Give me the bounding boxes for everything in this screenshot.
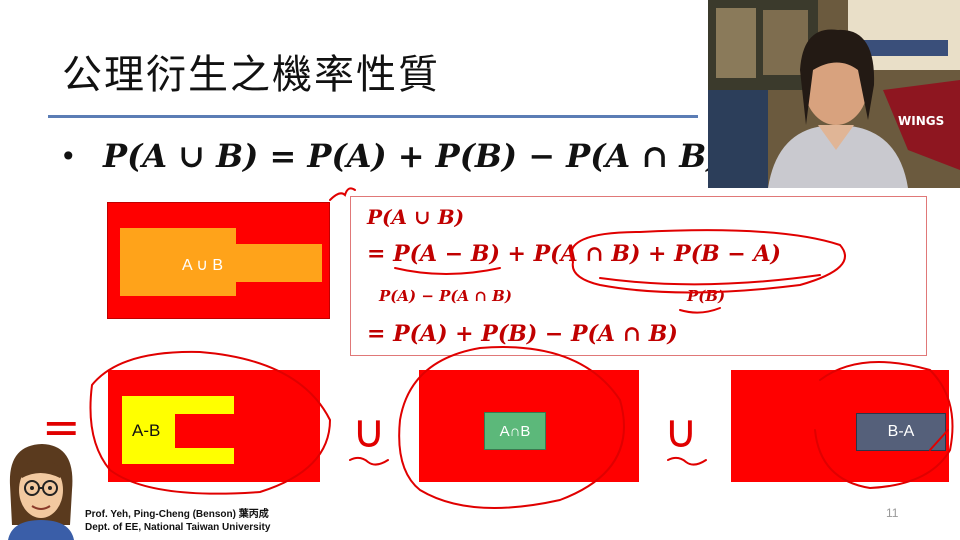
panel2-label: A∩B xyxy=(484,412,546,450)
credit-line-1: Prof. Yeh, Ping-Cheng (Benson) 葉丙成 xyxy=(85,509,269,520)
a-minus-b-cutout xyxy=(175,414,235,448)
union-label: A ∪ B xyxy=(182,257,224,274)
credit-line-2: Dept. of EE, National Taiwan University xyxy=(85,522,271,533)
union-symbol-2: ∪ xyxy=(664,404,698,458)
annotation-left: P(A) − P(A ∩ B) xyxy=(379,287,512,305)
derivation-line-3: = P(A) + P(B) − P(A ∩ B) xyxy=(367,321,678,347)
credit-text: Prof. Yeh, Ping-Cheng (Benson) 葉丙成 Dept.… xyxy=(85,508,270,534)
title-divider xyxy=(48,115,698,118)
presenter-video-image: WINGS xyxy=(708,0,960,188)
derivation-box: P(A ∪ B) = P(A − B) + P(A ∩ B) + P(B − A… xyxy=(350,196,927,356)
derivation-line-2: = P(A − B) + P(A ∩ B) + P(B − A) xyxy=(367,241,781,267)
union-shape-right xyxy=(230,244,322,282)
annotation-right: P(B) xyxy=(687,287,726,305)
panel1-label: A-B xyxy=(132,421,161,440)
panel3-label: B-A xyxy=(856,413,946,451)
main-formula: P(A ∪ B) = P(A) + P(B) − P(A ∩ B) xyxy=(103,137,722,175)
slide-title: 公理衍生之機率性質 xyxy=(62,52,440,98)
webcam-feed: WINGS xyxy=(708,0,960,188)
bullet-marker: • xyxy=(60,140,77,173)
svg-text:WINGS: WINGS xyxy=(898,114,944,128)
presenter-avatar xyxy=(8,444,74,540)
derivation-line-1: P(A ∪ B) xyxy=(367,205,465,229)
page-number: 11 xyxy=(886,506,899,520)
union-symbol-1: ∪ xyxy=(352,404,386,458)
